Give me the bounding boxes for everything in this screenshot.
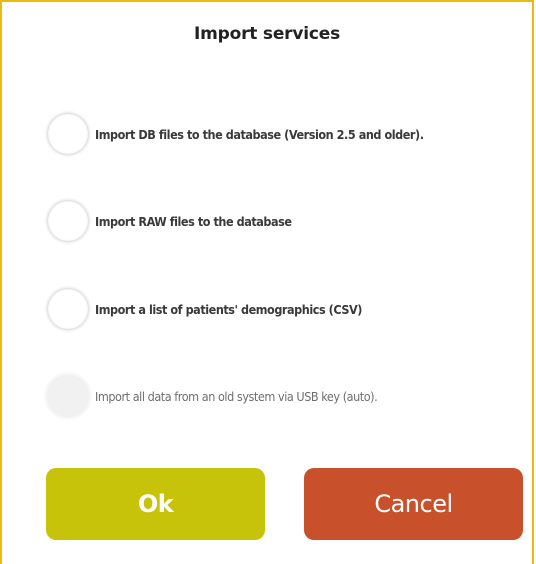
radio-button[interactable]	[48, 201, 88, 241]
option-label: Import a list of patients' demographics …	[95, 301, 362, 317]
dialog-title: Import services	[194, 24, 340, 44]
import-services-dialog: Import services Import DB files to the d…	[0, 0, 534, 564]
option-label: Import DB files to the database (Version…	[95, 126, 424, 142]
radio-button	[48, 376, 88, 416]
option-import-raw-files[interactable]: Import RAW files to the database	[48, 199, 292, 243]
ok-button[interactable]: Ok	[46, 468, 265, 540]
radio-button[interactable]	[48, 114, 88, 154]
option-label: Import RAW files to the database	[95, 213, 292, 229]
cancel-button[interactable]: Cancel	[304, 468, 523, 540]
option-import-patients-csv[interactable]: Import a list of patients' demographics …	[48, 287, 362, 331]
option-import-usb-key: Import all data from an old system via U…	[48, 374, 378, 418]
radio-button[interactable]	[48, 289, 88, 329]
option-label: Import all data from an old system via U…	[95, 388, 378, 404]
option-import-db-files[interactable]: Import DB files to the database (Version…	[48, 112, 424, 156]
